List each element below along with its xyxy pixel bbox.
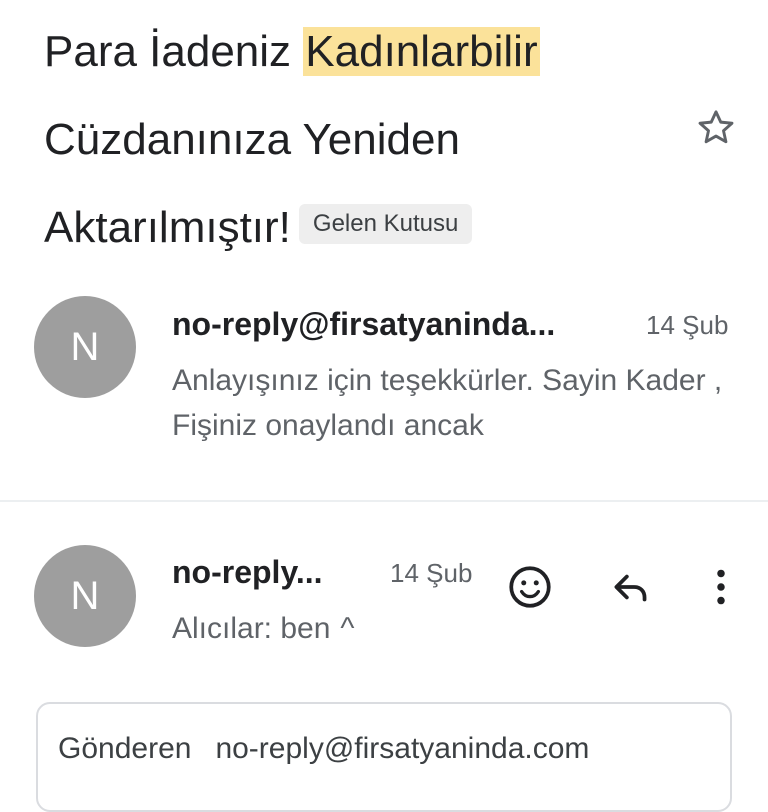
sender-name: no-reply... [172, 554, 323, 590]
message-date: 14 Şub [390, 558, 473, 588]
recipients-toggle[interactable]: Alıcılar: ben ^ [172, 612, 355, 646]
message-snippet: Anlayışınız için teşekkürler. Sayin Kade… [172, 364, 723, 442]
more-vert-icon[interactable] [696, 562, 746, 612]
recipients-text: Alıcılar: ben [172, 612, 331, 645]
email-subject: Para İadeniz Kadınlarbilir Cüzdanınıza Y… [44, 8, 684, 272]
from-line: Gönderen no-reply@firsatyaninda.com [58, 732, 589, 766]
divider [0, 500, 768, 502]
emoji-reaction-icon[interactable] [505, 562, 555, 612]
message-details-box: Gönderen no-reply@firsatyaninda.com [36, 702, 732, 812]
label-chip-inbox[interactable]: Gelen Kutusu [298, 204, 473, 245]
star-icon[interactable] [694, 106, 738, 150]
avatar[interactable]: N [34, 545, 136, 647]
avatar[interactable]: N [34, 296, 136, 398]
sender-name: no-reply@firsatyaninda... [172, 306, 556, 342]
from-address[interactable]: no-reply@firsatyaninda.com [215, 732, 589, 765]
subject-prefix: Para İadeniz [44, 27, 304, 76]
from-label: Gönderen [58, 732, 192, 765]
subject-highlight: Kadınlarbilir [303, 27, 540, 76]
reply-icon[interactable] [606, 562, 656, 612]
chevron-up-icon: ^ [340, 612, 355, 645]
message-date: 14 Şub [646, 310, 729, 340]
